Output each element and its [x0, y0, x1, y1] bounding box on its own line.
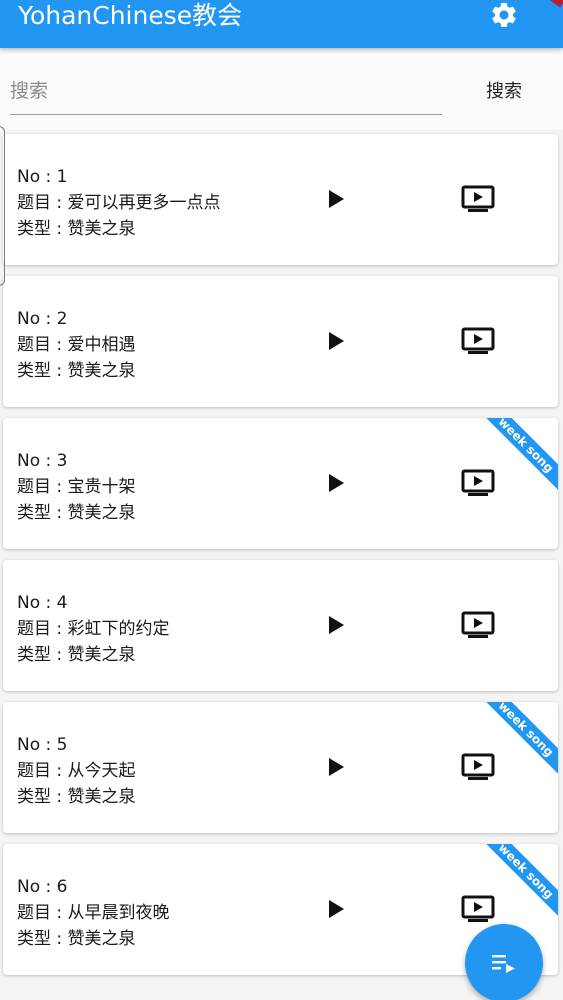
- debug-banner: [542, 0, 563, 8]
- song-title: 题目 : 宝贵十架: [17, 477, 136, 497]
- play-icon: [329, 758, 344, 776]
- playlist-fab[interactable]: [465, 924, 543, 1000]
- search-bar: 搜索: [0, 48, 563, 130]
- video-player-icon: [461, 753, 495, 780]
- play-icon: [329, 474, 344, 492]
- song-title: 题目 : 从早晨到夜晚: [17, 903, 170, 923]
- song-number: No : 5: [17, 735, 68, 755]
- video-button[interactable]: [458, 182, 498, 216]
- song-number: No : 4: [17, 593, 68, 613]
- video-button[interactable]: [458, 324, 498, 358]
- app-title: YohanChinese教会: [18, 1, 243, 30]
- playlist-icon: [492, 955, 515, 973]
- song-card[interactable]: No : 2 题目 : 爱中相遇 类型 : 赞美之泉: [3, 276, 558, 407]
- video-button[interactable]: [458, 892, 498, 926]
- song-card[interactable]: No : 4 题目 : 彩虹下的约定 类型 : 赞美之泉: [3, 560, 558, 691]
- video-button[interactable]: [458, 750, 498, 784]
- video-button[interactable]: [458, 608, 498, 642]
- gear-icon: [492, 2, 516, 27]
- song-title: 题目 : 从今天起: [17, 761, 136, 781]
- play-button[interactable]: [323, 470, 349, 496]
- song-number: No : 1: [17, 167, 68, 187]
- song-type: 类型 : 赞美之泉: [17, 219, 136, 239]
- song-number: No : 2: [17, 309, 68, 329]
- video-button[interactable]: [458, 466, 498, 500]
- song-info: No : 5 题目 : 从今天起 类型 : 赞美之泉: [17, 732, 136, 810]
- song-number: No : 3: [17, 451, 68, 471]
- play-button[interactable]: [323, 754, 349, 780]
- song-title: 题目 : 爱中相遇: [17, 335, 136, 355]
- video-player-icon: [461, 611, 495, 638]
- play-icon: [329, 900, 344, 918]
- song-info: No : 1 题目 : 爱可以再更多一点点 类型 : 赞美之泉: [17, 164, 221, 242]
- screen: YohanChinese教会 搜索 No : 1 题目 : 爱可以再更多一点点 …: [0, 0, 563, 1000]
- song-type: 类型 : 赞美之泉: [17, 645, 136, 665]
- play-button[interactable]: [323, 328, 349, 354]
- song-info: No : 2 题目 : 爱中相遇 类型 : 赞美之泉: [17, 306, 136, 384]
- video-player-icon: [461, 327, 495, 354]
- play-button[interactable]: [323, 186, 349, 212]
- play-icon: [329, 332, 344, 350]
- song-title: 题目 : 彩虹下的约定: [17, 619, 170, 639]
- song-list: No : 1 题目 : 爱可以再更多一点点 类型 : 赞美之泉 No: 2 题…: [0, 130, 563, 1000]
- song-title: 题目 : 爱可以再更多一点点: [17, 193, 221, 213]
- song-number: No : 6: [17, 877, 68, 897]
- song-type: 类型 : 赞美之泉: [17, 787, 136, 807]
- scroll-edge-indicator: [0, 126, 5, 286]
- search-input[interactable]: [10, 68, 442, 115]
- song-card[interactable]: No : 5 题目 : 从今天起 类型 : 赞美之泉 week song: [3, 702, 558, 833]
- play-icon: [329, 616, 344, 634]
- song-card[interactable]: No : 1 题目 : 爱可以再更多一点点 类型 : 赞美之泉: [3, 134, 558, 265]
- search-button[interactable]: 搜索: [474, 72, 534, 108]
- video-player-icon: [461, 469, 495, 496]
- song-info: No : 4 题目 : 彩虹下的约定 类型 : 赞美之泉: [17, 590, 170, 668]
- settings-button[interactable]: [486, 0, 522, 30]
- song-type: 类型 : 赞美之泉: [17, 361, 136, 381]
- song-info: No : 3 题目 : 宝贵十架 类型 : 赞美之泉: [17, 448, 136, 526]
- song-card[interactable]: No : 3 题目 : 宝贵十架 类型 : 赞美之泉 week song: [3, 418, 558, 549]
- app-bar: YohanChinese教会: [0, 0, 563, 48]
- play-button[interactable]: [323, 612, 349, 638]
- song-type: 类型 : 赞美之泉: [17, 503, 136, 523]
- play-button[interactable]: [323, 896, 349, 922]
- video-player-icon: [461, 185, 495, 212]
- play-icon: [329, 190, 344, 208]
- video-player-icon: [461, 895, 495, 922]
- song-info: No : 6 题目 : 从早晨到夜晚 类型 : 赞美之泉: [17, 874, 170, 952]
- song-type: 类型 : 赞美之泉: [17, 929, 136, 949]
